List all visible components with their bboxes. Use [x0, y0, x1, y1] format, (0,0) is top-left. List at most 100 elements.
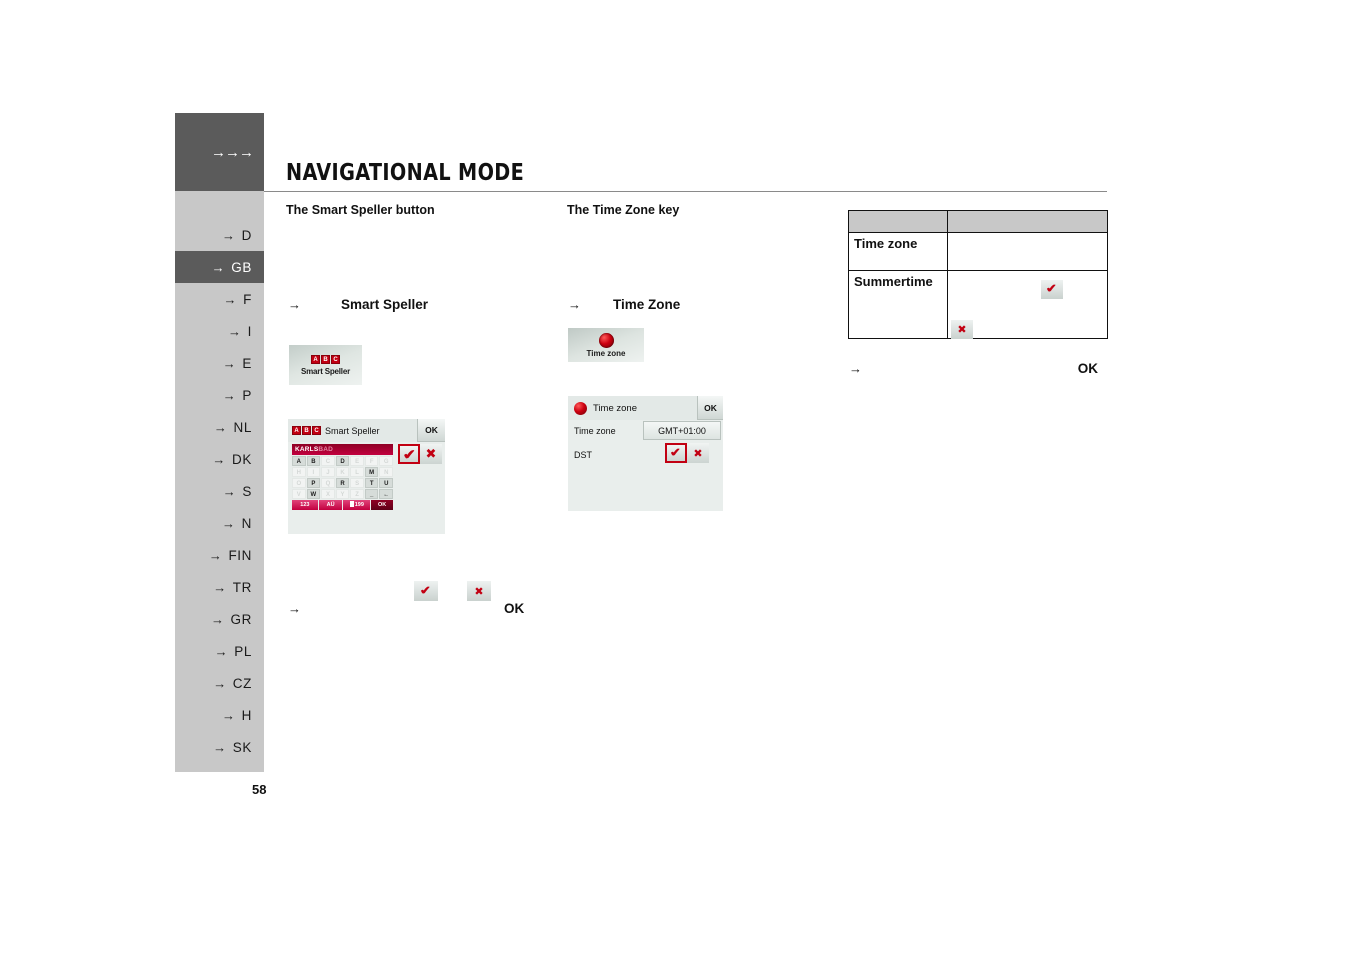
sidebar-item-dk[interactable]: → DK	[175, 443, 264, 475]
keyboard-function-key-a[interactable]: AÜ	[318, 500, 343, 510]
keyboard-key-d[interactable]: D	[335, 456, 350, 466]
keyboard-key-k: K	[335, 467, 350, 477]
keyboard-key-x: X	[321, 489, 335, 499]
keyboard-key-v: V	[292, 489, 306, 499]
keyboard-key-c: C	[321, 456, 335, 466]
smart-speller-confirm-cancel-group: ✔ ✖	[398, 444, 442, 464]
sidebar-item-sk[interactable]: → SK	[175, 731, 264, 763]
time-zone-row-label: Time zone	[574, 426, 616, 436]
arrow-icon: →	[212, 451, 227, 467]
keyboard-function-key-199[interactable]: 199	[343, 500, 371, 510]
keyboard-key-l: L	[350, 467, 364, 477]
arrow-icon: →	[222, 387, 237, 403]
time-zone-ok-key[interactable]: OK	[697, 396, 723, 420]
sidebar-item-s[interactable]: → S	[175, 475, 264, 507]
sidebar-item-f[interactable]: → F	[175, 283, 264, 315]
keyboard-key-u[interactable]: U	[379, 478, 394, 488]
section-heading-time-zone: The Time Zone key	[567, 203, 680, 217]
keyboard-row: ABCDEFG	[292, 456, 394, 466]
abc-logo-icon: ABC	[311, 354, 340, 364]
keyboard-key-s: S	[350, 478, 364, 488]
keyboard-key-_[interactable]: _	[364, 489, 379, 499]
arrow-icon: →	[223, 291, 238, 307]
keyboard-function-key-ok[interactable]: OK	[371, 500, 393, 510]
keyboard-key-e: E	[350, 456, 364, 466]
dst-check-icon-button[interactable]: ✔	[665, 443, 687, 463]
sidebar-item-e[interactable]: → E	[175, 347, 264, 379]
globe-icon	[598, 332, 614, 348]
arrow-icon: →	[222, 227, 236, 243]
cross-icon-button[interactable]: ✖	[420, 444, 442, 464]
table-cross-icon-button[interactable]: ✖	[951, 320, 973, 339]
sidebar-item-tr[interactable]: → TR	[175, 571, 264, 603]
table-cell-value-time-zone	[947, 232, 1108, 271]
check-icon-button[interactable]: ✔	[398, 444, 420, 464]
smart-speller-dialog-screenshot: ABC Smart Speller OK KARLS BAD ABCDEFGHI…	[288, 419, 445, 534]
smart-speller-button-label: Smart Speller	[301, 366, 350, 376]
abc-letter-a-icon: A	[292, 426, 301, 435]
arrow-icon: →	[213, 739, 227, 755]
smart-speller-ok-key[interactable]: OK	[417, 419, 445, 442]
abc-letter-c-icon: C	[312, 426, 321, 435]
keyboard-key-←[interactable]: ←	[379, 489, 394, 499]
time-zone-value-field[interactable]: GMT+01:00	[643, 421, 721, 440]
page-title: NAVIGATIONAL MODE	[286, 160, 525, 186]
keyboard-key-a[interactable]: A	[292, 456, 306, 466]
sidebar: →→→ → D → GB → F → I → E → P → NL → DK → S → N → FIN → TR → GR → PL…	[175, 113, 264, 772]
sidebar-item-d[interactable]: → D	[175, 219, 264, 251]
sidebar-item-p[interactable]: → P	[175, 379, 264, 411]
sidebar-item-h[interactable]: → H	[175, 699, 264, 731]
table-cell-value-summertime: ✔ ✖	[947, 270, 1108, 339]
keyboard-key-r[interactable]: R	[335, 478, 350, 488]
keyboard-letter-grid[interactable]: A B C D E F G H I J K L M N O P Q R S T U V W X Y Z _ ←	[292, 456, 394, 499]
inline-cross-icon-button[interactable]: ✖	[467, 581, 491, 601]
arrow-icon: →	[211, 259, 226, 275]
table-cell-label-time-zone: Time zone	[848, 232, 948, 271]
keyboard-key-z: Z	[350, 489, 364, 499]
check-icon: ✔	[669, 446, 683, 459]
inline-check-icon-button[interactable]: ✔	[414, 581, 438, 601]
abc-logo-icon: ABC	[292, 426, 321, 435]
sidebar-item-label: NL	[233, 419, 252, 435]
sidebar-item-gb[interactable]: → GB	[175, 251, 264, 283]
sidebar-item-nl[interactable]: → NL	[175, 411, 264, 443]
dst-cross-icon-button[interactable]: ✖	[687, 443, 709, 463]
sidebar-item-label: DK	[232, 451, 252, 467]
keyboard-key-t[interactable]: T	[364, 478, 379, 488]
sidebar-item-label: PL	[234, 643, 252, 659]
sidebar-item-pl[interactable]: → PL	[175, 635, 264, 667]
title-divider	[264, 191, 1107, 192]
keyboard-key-g: G	[379, 456, 394, 466]
abc-letter-c-icon: C	[331, 354, 340, 364]
time-zone-button-thumbnail[interactable]: Time zone	[568, 328, 644, 362]
sidebar-item-cz[interactable]: → CZ	[175, 667, 264, 699]
smart-speller-text-input[interactable]: KARLS BAD	[292, 444, 393, 455]
arrow-icon: →	[210, 611, 225, 627]
table-cell-label-summertime: Summertime	[848, 270, 948, 339]
sidebar-item-label: SK	[232, 739, 252, 755]
keyboard-function-row[interactable]: 123 AÜ 199 OK	[292, 500, 393, 510]
sidebar-item-label: FIN	[228, 547, 252, 563]
arrow-icon: →	[222, 355, 237, 371]
triple-arrow-icon: →→→	[211, 143, 254, 161]
smart-speller-button-thumbnail[interactable]: ABC Smart Speller	[289, 345, 362, 385]
bullet-time-zone: → Time Zone	[568, 297, 681, 312]
cross-icon: ✖	[693, 446, 703, 460]
sidebar-item-fin[interactable]: → FIN	[175, 539, 264, 571]
sidebar-item-n[interactable]: → N	[175, 507, 264, 539]
sidebar-item-gr[interactable]: → GR	[175, 603, 264, 635]
sidebar-item-label: N	[241, 515, 252, 531]
keyboard-key-w[interactable]: W	[306, 489, 321, 499]
keyboard-function-key-123[interactable]: 123	[292, 500, 318, 510]
table-check-icon-button[interactable]: ✔	[1041, 280, 1063, 299]
keyboard-key-p[interactable]: P	[306, 478, 321, 488]
arrow-icon: →	[228, 323, 242, 339]
bullet-label-smart-speller: Smart Speller	[341, 297, 429, 312]
cross-icon: ✖	[425, 446, 437, 462]
bullet-ok-left: → OK	[288, 601, 525, 616]
keyboard-key-m[interactable]: M	[364, 467, 379, 477]
table-row: Time zone	[848, 232, 1108, 271]
sidebar-item-i[interactable]: → I	[175, 315, 264, 347]
keyboard-key-b[interactable]: B	[306, 456, 321, 466]
page-number: 58	[252, 782, 267, 797]
